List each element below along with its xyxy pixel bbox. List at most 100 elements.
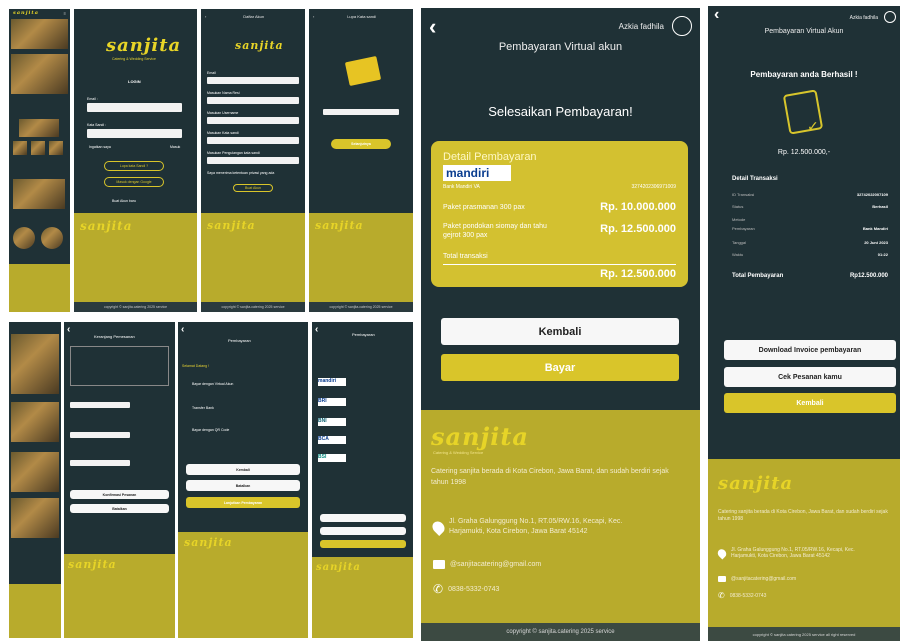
- pay-button[interactable]: Bayar: [441, 354, 679, 381]
- create-account-button[interactable]: Buat Akun: [233, 184, 273, 192]
- item-label: Paket prasmanan 300 pax: [443, 204, 525, 211]
- footer-about: Catering sanjita berada di Kota Cirebon,…: [718, 509, 888, 522]
- remember-label[interactable]: Ingatkan saya: [89, 145, 111, 149]
- payment-heading: Selesaikan Pembayaran!: [488, 104, 633, 119]
- bank-bni[interactable]: BNI: [318, 418, 346, 426]
- back-button[interactable]: Kembali: [186, 464, 300, 475]
- footer-tagline: Catering & Wedding Service: [433, 450, 484, 455]
- cancel-button[interactable]: [320, 527, 406, 535]
- cart-screen: ‹ Keranjang Pemesanan Konfirmasi Pesanan…: [64, 322, 175, 638]
- gallery-photo: [49, 141, 63, 155]
- footer-logo: sanjita: [184, 536, 233, 549]
- back-button[interactable]: Kembali: [724, 393, 896, 413]
- email-label: Email :: [87, 97, 98, 101]
- avatar[interactable]: [884, 11, 896, 23]
- user-name: Azkia fadhila: [849, 15, 878, 21]
- home-footer: [9, 264, 70, 312]
- back-icon[interactable]: ‹: [714, 6, 719, 24]
- confirm-order-button[interactable]: Konfirmasi Pesanan: [70, 490, 169, 499]
- check-order-button[interactable]: Cek Pesanan kamu: [724, 367, 896, 387]
- field-label: Email: [207, 71, 216, 75]
- success-screen: ‹ Azkia fadhila Pembayaran Virtual Akun …: [708, 6, 900, 641]
- next-button[interactable]: Selanjutnya: [331, 139, 391, 149]
- detail-row: Metode: [732, 217, 746, 222]
- option-transfer[interactable]: Transfer Bank: [192, 406, 214, 410]
- option-va[interactable]: Bayar dengan Virtual Akun: [192, 382, 233, 386]
- register-title: Daftar Akun: [243, 13, 265, 19]
- bank-bri[interactable]: BRI: [318, 398, 346, 406]
- back-button[interactable]: Kembali: [441, 318, 679, 345]
- password-repeat-input[interactable]: [207, 157, 299, 164]
- card-title: Detail Pembayaran: [443, 151, 537, 163]
- total-value: Rp. 12.500.000: [600, 268, 676, 280]
- item-value: Rp. 12.500.000: [600, 223, 676, 235]
- page-title: Pembayaran Virtual akun: [498, 41, 623, 53]
- continue-button[interactable]: Lanjutkan Pembayaran: [186, 497, 300, 508]
- gallery-photo: [31, 141, 45, 155]
- password-label: Kata Sandi :: [87, 123, 107, 127]
- gallery-photo: [11, 54, 68, 94]
- menu-icon[interactable]: ≡: [64, 11, 66, 16]
- phone-text: 0838-5332-0743: [729, 592, 767, 599]
- field-label: Masukan Username: [207, 111, 239, 115]
- option-qr[interactable]: Bayar dengan QR Code: [192, 428, 229, 432]
- login-link[interactable]: Masuk: [170, 145, 180, 149]
- guests-input[interactable]: [70, 432, 130, 438]
- email-field[interactable]: [87, 103, 182, 112]
- forgot-password-button[interactable]: Lupa kata Sandi ?: [104, 161, 164, 171]
- date-input[interactable]: [70, 402, 130, 408]
- gallery-photo: [11, 402, 59, 442]
- password-input[interactable]: [207, 137, 299, 144]
- email-row: @sanjitacatering@gmail.com: [433, 560, 541, 569]
- gallery-photo: [41, 227, 63, 249]
- verify-input[interactable]: [323, 109, 399, 115]
- va-footer: sanjita Catering & Wedding Service Cater…: [421, 410, 700, 641]
- location-input[interactable]: [70, 460, 130, 466]
- back-button[interactable]: [320, 514, 406, 522]
- payment-card: Detail Pembayaran mandiri Bank Mandiri V…: [431, 141, 688, 287]
- name-input[interactable]: [207, 97, 299, 104]
- copyright-bar: copyright © sanjita.catering 2025 servic…: [421, 623, 700, 641]
- gallery-photo: [11, 498, 59, 538]
- bank-bsi[interactable]: BSI: [318, 454, 346, 462]
- avatar[interactable]: [672, 16, 692, 36]
- paid-amount: Rp. 12.500.000,-: [777, 149, 831, 156]
- detail-row: Pembayaran Bank Mandiri: [732, 226, 888, 231]
- location-icon: [430, 518, 447, 536]
- back-icon[interactable]: ‹: [313, 14, 314, 19]
- email-row: @sanjitacatering@gmail.com: [718, 576, 796, 582]
- bank-mandiri[interactable]: mandiri: [318, 378, 346, 386]
- back-icon[interactable]: ‹: [181, 324, 184, 335]
- google-login-button[interactable]: Masuk dengan Google: [104, 177, 164, 187]
- success-heading: Pembayaran anda Berhasil !: [750, 70, 858, 79]
- login-tagline: Catering & Wedding Service: [112, 57, 156, 61]
- footer-about: Catering sanjita berada di Kota Cirebon,…: [431, 468, 669, 486]
- gallery-footer: [9, 584, 61, 638]
- home-screen: sanjita ≡: [9, 9, 70, 312]
- detail-row: Status Berhasil: [732, 204, 888, 209]
- item-value: Rp. 10.000.000: [600, 201, 676, 213]
- total-row: Total Pembayaran Rp12.500.000: [732, 273, 888, 279]
- bank-bca[interactable]: BCA: [318, 436, 346, 444]
- continue-button[interactable]: [320, 540, 406, 548]
- username-input[interactable]: [207, 117, 299, 124]
- agree-checkbox[interactable]: Saya menerima ketentuan privasi yang ada: [207, 171, 274, 175]
- download-invoice-button[interactable]: Download Invoice pembayaran: [724, 340, 896, 360]
- detail-row: Waktu 01:22: [732, 252, 888, 257]
- gallery-photo: [13, 227, 35, 249]
- forgot-screen: ‹ Lupa Kata sandi Selanjutnya sanjita cop…: [309, 9, 413, 312]
- footer-copyright: copyright © sanjita.catering 2025 servic…: [309, 302, 413, 312]
- email-text: @sanjitacatering@gmail.com: [731, 576, 797, 582]
- back-icon[interactable]: ‹: [429, 14, 436, 40]
- back-icon[interactable]: ‹: [315, 324, 318, 335]
- back-icon[interactable]: ‹: [67, 324, 70, 335]
- register-link[interactable]: Buat Akun baru: [112, 199, 136, 203]
- cancel-button[interactable]: Batalkan: [186, 480, 300, 491]
- field-label: Masukan Kata sandi: [207, 131, 239, 135]
- footer-logo: sanjita: [718, 473, 794, 494]
- cancel-button[interactable]: Batalkan: [70, 504, 169, 513]
- back-icon[interactable]: ‹: [205, 14, 206, 19]
- email-input[interactable]: [207, 77, 299, 84]
- password-field[interactable]: [87, 129, 182, 138]
- virtual-account-screen: ‹ Azkia fadhila Pembayaran Virtual akun …: [421, 8, 700, 641]
